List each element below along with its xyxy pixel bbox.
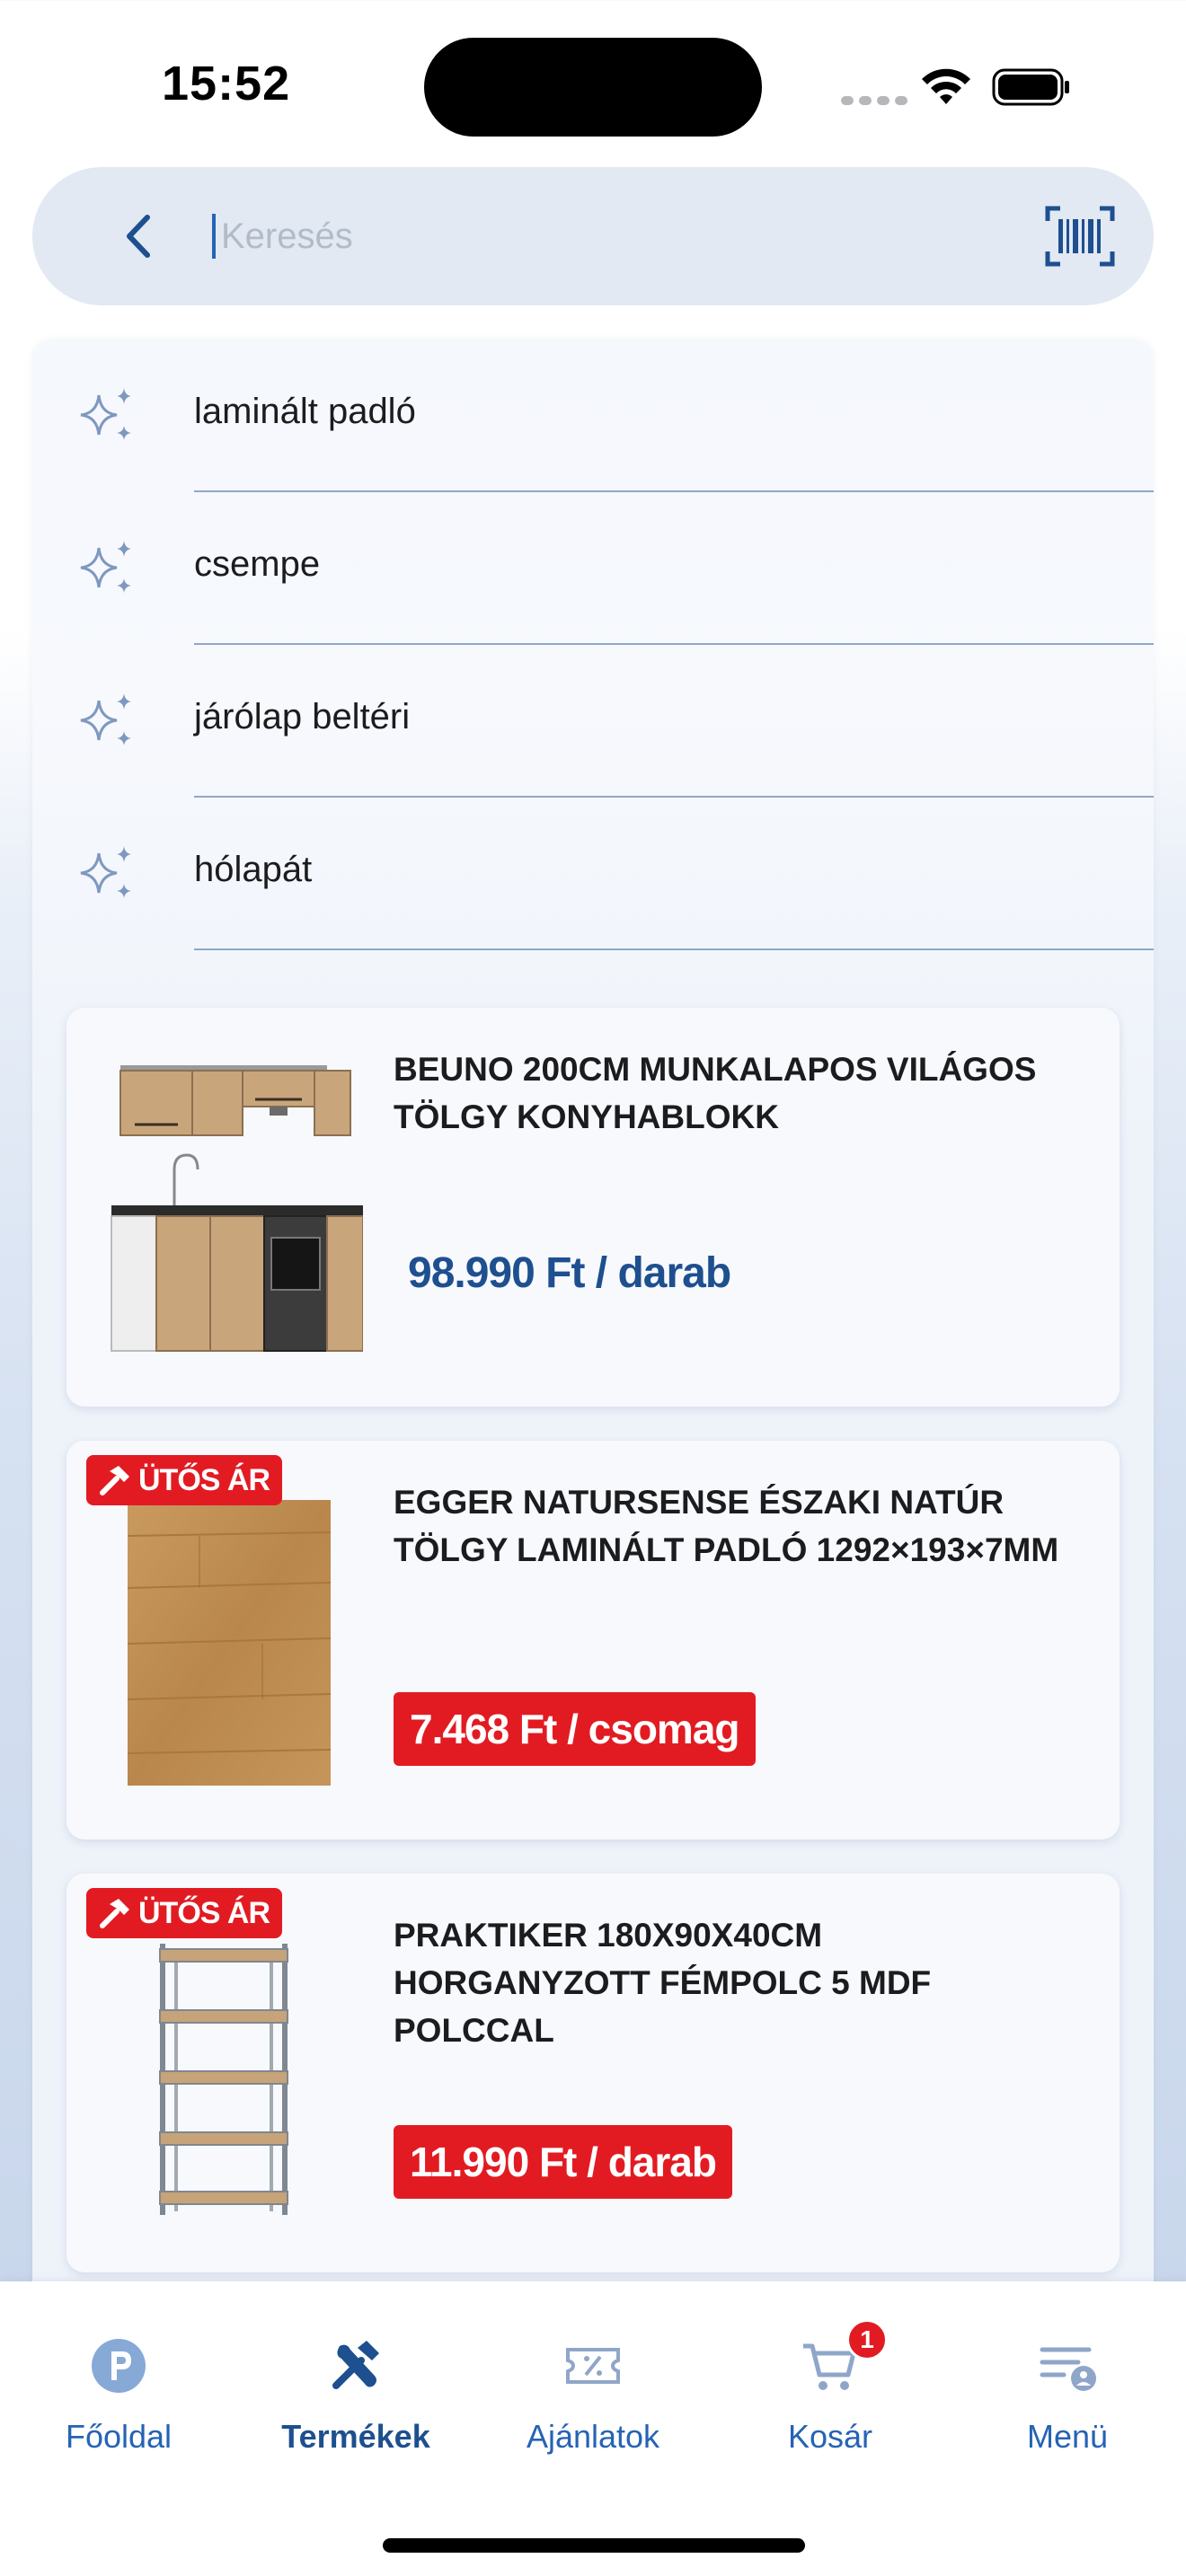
- tab-label: Kosár: [787, 2418, 873, 2455]
- cart-count-badge: 1: [846, 2319, 888, 2360]
- home-indicator: [383, 2538, 805, 2553]
- back-button[interactable]: [113, 210, 164, 262]
- tab-offers[interactable]: Ajánlatok: [503, 2317, 683, 2455]
- tab-home[interactable]: Főoldal: [29, 2317, 208, 2455]
- tab-products[interactable]: Termékek: [266, 2317, 446, 2455]
- promo-badge-label: ÜTŐS ÁR: [138, 1895, 270, 1930]
- product-image-laminate: [128, 1500, 331, 1786]
- status-bar: 15:52: [0, 0, 1186, 162]
- tab-label: Főoldal: [65, 2418, 173, 2455]
- barcode-icon: [1045, 206, 1115, 267]
- coupon-icon: [566, 2348, 620, 2384]
- suggestion-label: hólapát: [194, 850, 313, 889]
- product-image-kitchen: [111, 1065, 363, 1352]
- menu-profile-icon: [1040, 2347, 1096, 2391]
- hammer-icon: [100, 1466, 129, 1495]
- barcode-scanner-button[interactable]: [1044, 205, 1116, 268]
- tab-label: Menü: [1026, 2418, 1109, 2455]
- promo-badge: ÜTŐS ÁR: [86, 1888, 282, 1938]
- chevron-left-icon: [127, 215, 150, 258]
- search-results-panel: laminált padló csempe járólap beltéri hó…: [32, 340, 1154, 2576]
- text-caret: [212, 214, 216, 259]
- tab-cart[interactable]: 1 Kosár: [740, 2317, 920, 2455]
- sparkle-icon: [80, 541, 131, 593]
- sparkle-icon: [80, 846, 131, 898]
- suggestion-item[interactable]: csempe: [32, 492, 1154, 645]
- product-price: 11.990 Ft / darab: [394, 2125, 732, 2199]
- promo-badge-label: ÜTŐS ÁR: [138, 1462, 270, 1497]
- battery-icon: [992, 68, 1069, 106]
- suggestion-label: laminált padló: [194, 392, 416, 431]
- tools-icon: [332, 2341, 379, 2389]
- search-input[interactable]: [221, 203, 940, 269]
- praktiker-logo-icon: [92, 2339, 146, 2393]
- product-card[interactable]: BEUNO 200CM MUNKALAPOS VILÁGOS TÖLGY KON…: [66, 1008, 1120, 1407]
- suggestion-item[interactable]: járólap beltéri: [32, 645, 1154, 798]
- product-title: EGGER NATURSENSE ÉSZAKI NATÚR TÖLGY LAMI…: [394, 1484, 1059, 1568]
- hammer-icon: [100, 1899, 129, 1928]
- promo-badge: ÜTŐS ÁR: [86, 1455, 282, 1505]
- product-title: PRAKTIKER 180X90X40CM HORGANYZOTT FÉMPOL…: [394, 1917, 932, 2049]
- product-card[interactable]: ÜTŐS ÁR PRAKTIKER 180X90X40CM HORGANYZOT…: [66, 1874, 1120, 2272]
- suggestion-label: járólap beltéri: [194, 697, 411, 737]
- sparkle-icon: [80, 388, 131, 440]
- suggestion-item[interactable]: hólapát: [32, 798, 1154, 950]
- status-time: 15:52: [162, 57, 291, 110]
- product-price: 7.468 Ft / csomag: [394, 1692, 756, 1766]
- product-price: 98.990 Ft / darab: [408, 1249, 731, 1297]
- suggestion-label: csempe: [194, 544, 321, 584]
- wifi-icon: [922, 68, 970, 104]
- product-image-metal-shelf: [159, 1944, 288, 2215]
- dynamic-island: [424, 38, 762, 137]
- suggestion-item[interactable]: laminált padló: [32, 340, 1154, 492]
- search-bar: [32, 167, 1154, 305]
- product-card[interactable]: ÜTŐS ÁR EGGER NATURSENSE ÉSZAKI NATÚR TÖ…: [66, 1441, 1120, 1839]
- divider: [194, 948, 1154, 950]
- sparkle-icon: [80, 693, 131, 745]
- bottom-tab-bar: Főoldal Termékek Ajánlatok 1 Kosár Menü: [0, 2281, 1186, 2576]
- product-title: BEUNO 200CM MUNKALAPOS VILÁGOS TÖLGY KON…: [394, 1051, 1037, 1135]
- tab-label: Ajánlatok: [526, 2418, 660, 2455]
- tab-menu[interactable]: Menü: [978, 2317, 1157, 2455]
- cellular-signal-icon: [841, 93, 913, 110]
- tab-label: Termékek: [281, 2418, 430, 2455]
